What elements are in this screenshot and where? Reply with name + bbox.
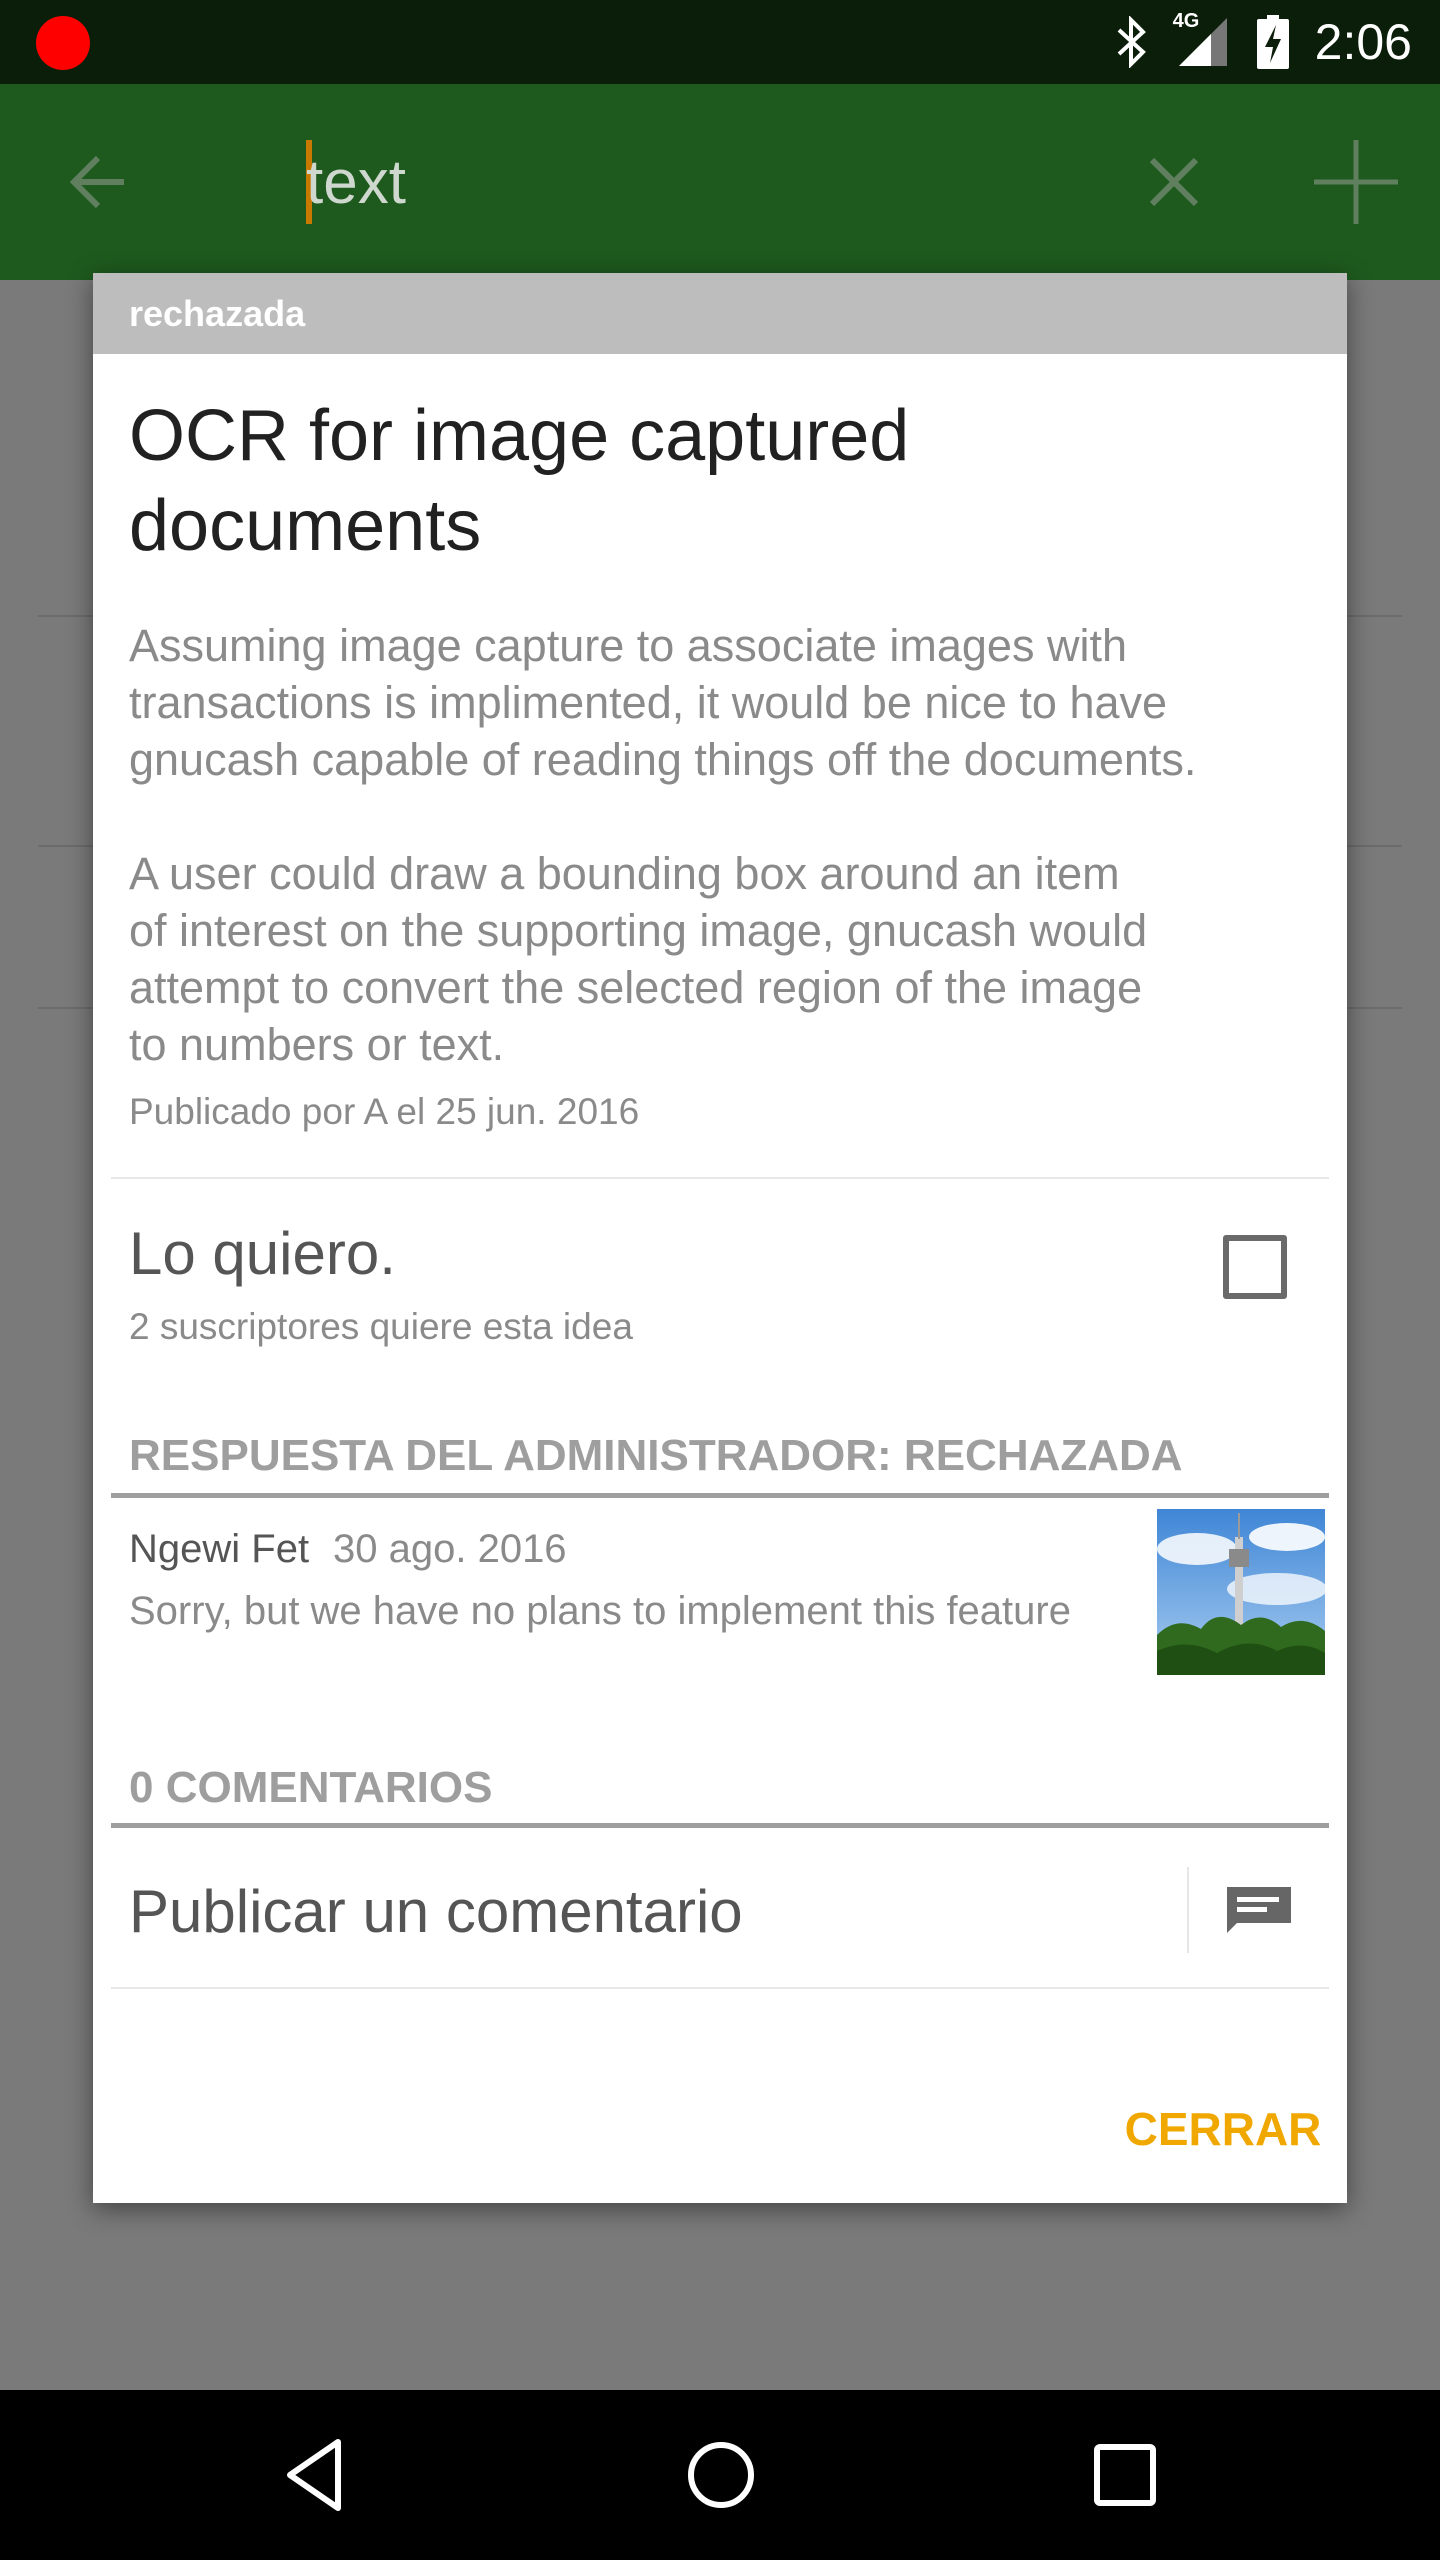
admin-author: Ngewi Fet: [129, 1527, 310, 1571]
signal-icon: 4G: [1173, 10, 1231, 68]
close-button[interactable]: CERRAR: [1123, 2079, 1323, 2179]
recording-indicator-icon: [36, 16, 90, 70]
clear-search-icon[interactable]: [1144, 152, 1204, 212]
add-icon[interactable]: [1310, 136, 1402, 228]
clock: 2:06: [1314, 14, 1412, 70]
want-checkbox[interactable]: [1223, 1235, 1287, 1299]
status-bar: 4G 2:06: [0, 0, 1440, 84]
admin-avatar[interactable]: [1157, 1509, 1325, 1675]
idea-description: Assuming image capture to associate imag…: [129, 620, 1197, 1070]
want-label[interactable]: Lo quiero.: [129, 1219, 396, 1288]
idea-title: OCR for image captured documents: [129, 396, 910, 566]
divider: [111, 1177, 1329, 1179]
admin-response-date: 30 ago. 2016: [333, 1527, 567, 1571]
status-icons: 4G 2:06: [1113, 0, 1412, 84]
divider: [1187, 1867, 1189, 1953]
bluetooth-icon: [1117, 16, 1146, 68]
navigation-bar: [0, 2390, 1440, 2560]
admin-response-heading: RESPUESTA DEL ADMINISTRADOR: RECHAZADA: [129, 1431, 1183, 1480]
network-type: 4G: [1172, 10, 1200, 32]
app-bar: [0, 84, 1440, 280]
back-arrow-icon[interactable]: [64, 146, 136, 218]
nav-recents-icon[interactable]: [1080, 2430, 1170, 2520]
section-rule: [111, 1823, 1329, 1828]
admin-response-text: Sorry, but we have no plans to implement…: [129, 1589, 1071, 1633]
nav-home-icon[interactable]: [676, 2430, 766, 2520]
comments-heading: 0 COMENTARIOS: [129, 1763, 493, 1812]
idea-dialog: rechazada OCR for image captured documen…: [93, 273, 1347, 2203]
section-rule: [111, 1493, 1329, 1498]
nav-back-icon[interactable]: [272, 2430, 362, 2520]
post-comment-field[interactable]: Publicar un comentario: [129, 1877, 743, 1946]
divider: [111, 1987, 1329, 1989]
status-header: rechazada: [93, 273, 1347, 354]
search-input[interactable]: [306, 134, 1106, 230]
battery-icon: [1256, 15, 1289, 69]
comment-icon[interactable]: [1223, 1879, 1295, 1939]
idea-meta: Publicado por A el 25 jun. 2016: [129, 1091, 640, 1132]
subscriber-count: 2 suscriptores quiere esta idea: [129, 1306, 633, 1347]
